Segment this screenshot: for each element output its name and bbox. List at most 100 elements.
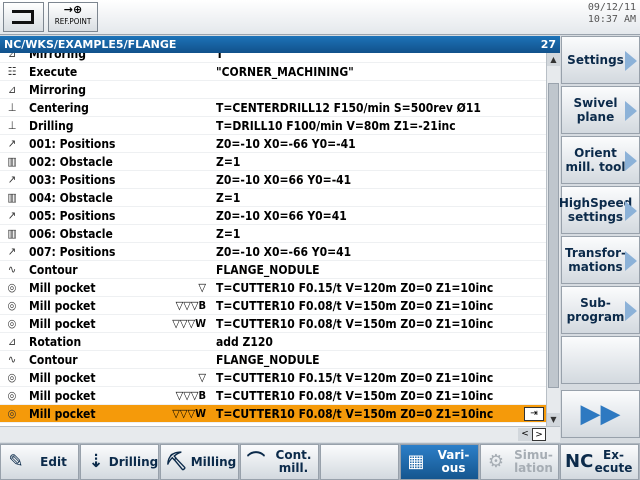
block-name: 004: Obstacle <box>29 191 113 205</box>
machining-marks: ▽▽▽W <box>172 317 206 330</box>
block-parameters: FLANGE_NODULE <box>216 353 320 367</box>
block-type-icon: ∿ <box>7 353 17 366</box>
block-parameters: add Z120 <box>216 335 273 349</box>
softkey-label <box>351 445 396 479</box>
horizontal-softkey-8[interactable]: NC Ex-ecute <box>560 444 639 480</box>
program-block[interactable]: ↗ 003: Positions Z0=-10 X0=66 Y0=-41 <box>0 171 546 189</box>
scroll-left-icon[interactable]: < <box>518 428 532 441</box>
softkey-icon: ⌒ <box>247 451 265 472</box>
vertical-softkey-1[interactable]: Settings <box>561 36 640 84</box>
block-parameters: Z0=-10 X0=66 Y0=41 <box>216 209 347 223</box>
softkey-label: Edit <box>40 454 67 469</box>
program-block-list[interactable]: ⊿ Mirroring T ☷ Execute "CORNER_MACHINING" ⊿ Mi… <box>0 53 546 426</box>
program-block[interactable]: ∿ Contour FLANGE_NODULE <box>0 261 546 279</box>
program-block[interactable]: ◎ Mill pocket ▽ T=CUTTER10 F0.15/t V=120m Z… <box>0 279 546 297</box>
horizontal-scrollbar[interactable]: < > <box>0 426 560 442</box>
horizontal-softkey-3[interactable]: ⛏ Milling <box>160 444 239 480</box>
vertical-softkey-8[interactable]: ▶▶ <box>561 390 640 438</box>
block-type-icon: ▥ <box>7 155 17 168</box>
block-parameters: T=CUTTER10 F0.08/t V=150m Z0=0 Z1=10inc <box>216 407 494 421</box>
horizontal-softkey-2[interactable]: ⇣ Drilling <box>80 444 159 480</box>
scroll-up-icon[interactable]: ▲ <box>547 53 560 66</box>
horizontal-softkey-6[interactable]: ▦ Vari-ous <box>400 444 479 480</box>
program-block[interactable]: ☷ Execute "CORNER_MACHINING" <box>0 63 546 81</box>
program-path-bar: NC/WKS/EXAMPLE5/FLANGE 27 <box>0 36 560 53</box>
vertical-softkey-3[interactable]: Orient mill. tool <box>561 136 640 184</box>
softkey-label: Drilling <box>108 454 159 469</box>
machining-marks: ▽ <box>198 281 206 294</box>
scroll-right-icon[interactable]: > <box>532 428 546 441</box>
submenu-arrow-icon <box>625 251 637 271</box>
softkey-icon: NC <box>565 451 594 472</box>
program-path: NC/WKS/EXAMPLE5/FLANGE <box>4 38 177 51</box>
block-type-icon: ◎ <box>7 299 17 312</box>
program-block[interactable]: ⊥ Centering T=CENTERDRILL12 F150/min S=500… <box>0 99 546 117</box>
softkey-label: Milling <box>190 454 237 469</box>
program-block[interactable]: ↗ 005: Positions Z0=-10 X0=66 Y0=41 <box>0 207 546 225</box>
program-block-selected[interactable]: ◎ Mill pocket ▽▽▽W T=CUTTER10 F0.08/t V=150… <box>0 405 546 423</box>
horizontal-softkey-5[interactable] <box>320 444 399 480</box>
program-block[interactable]: ◎ Mill pocket ▽▽▽B T=CUTTER10 F0.08/t V=150… <box>0 387 546 405</box>
block-parameters: T=DRILL10 F100/min V=80m Z1=-21inc <box>216 119 456 133</box>
program-block[interactable]: ⊿ Mirroring <box>0 81 546 99</box>
machining-marks: ▽▽▽W <box>172 407 206 420</box>
softkey-icon: ▦ <box>407 451 425 472</box>
vertical-softkey-4[interactable]: HighSpeed settings <box>559 186 640 234</box>
program-block[interactable]: ∿ Contour FLANGE_NODULE <box>0 351 546 369</box>
softkey-label: Ex-ecute <box>594 448 633 475</box>
softkey-label: Cont. mill. <box>275 448 312 475</box>
machining-marks: ▽▽▽B <box>175 299 206 312</box>
block-type-icon: ◎ <box>7 317 17 330</box>
program-block[interactable]: ↗ 007: Positions Z0=-10 X0=-66 Y0=41 <box>0 243 546 261</box>
horizontal-softkey-4[interactable]: ⌒ Cont. mill. <box>240 444 319 480</box>
program-block[interactable]: ◎ Mill pocket ▽▽▽W T=CUTTER10 F0.08/t V=150… <box>0 315 546 333</box>
program-block[interactable]: ⊿ Rotation add Z120 <box>0 333 546 351</box>
block-name: 007: Positions <box>29 245 116 259</box>
block-parameters: Z=1 <box>216 191 241 205</box>
machine-mode-icon[interactable] <box>3 2 44 32</box>
block-type-icon: ◎ <box>7 389 17 402</box>
machining-marks: ▽▽▽B <box>175 389 206 402</box>
ref-point-button[interactable]: →⊕ REF.POINT <box>48 2 98 32</box>
block-parameters: Z=1 <box>216 227 241 241</box>
vertical-softkey-5[interactable]: Transfor-mations <box>561 236 640 284</box>
program-block[interactable]: ▥ 004: Obstacle Z=1 <box>0 189 546 207</box>
block-name: Mill pocket <box>29 407 96 421</box>
program-block[interactable]: ⊿ Mirroring T <box>0 53 546 63</box>
date-time: 09/12/11 10:37 AM <box>588 2 636 26</box>
softkey-icon <box>325 450 347 474</box>
vertical-softkey-2[interactable]: Swivel plane <box>561 86 640 134</box>
horizontal-softkey-bar: ✎ Edit ⇣ Drilling ⛏ Milling ⌒ Cont. mill. ▦ Vari-… <box>0 443 640 480</box>
block-name: Contour <box>29 353 78 367</box>
vertical-softkey-7[interactable] <box>561 336 640 384</box>
block-type-icon: ↗ <box>7 209 17 222</box>
block-name: Execute <box>29 65 78 79</box>
vertical-softkey-label: Transfor-mations <box>565 246 626 274</box>
program-block[interactable]: ↗ 001: Positions Z0=-10 X0=-66 Y0=-41 <box>0 135 546 153</box>
program-block[interactable]: ◎ Mill pocket ▽▽▽B T=CUTTER10 F0.08/t V=150… <box>0 297 546 315</box>
block-type-icon: ↗ <box>7 173 17 186</box>
block-name: 001: Positions <box>29 137 116 151</box>
softkey-label: Simu-lation <box>514 448 553 475</box>
program-block[interactable]: ⊥ Drilling T=DRILL10 F100/min V=80m Z1=-21… <box>0 117 546 135</box>
block-name: 006: Obstacle <box>29 227 113 241</box>
date: 09/12/11 <box>587 2 636 13</box>
block-type-icon: ↗ <box>7 137 17 150</box>
block-type-icon: ⊿ <box>7 53 17 60</box>
vertical-softkey-label: ▶▶ <box>580 399 621 429</box>
vertical-scrollbar[interactable]: ▲ ▼ <box>546 53 560 426</box>
program-block[interactable]: ◎ Mill pocket ▽ T=CUTTER10 F0.15/t V=120m Z… <box>0 369 546 387</box>
horizontal-softkey-1[interactable]: ✎ Edit <box>0 444 79 480</box>
program-block[interactable]: ▥ 006: Obstacle Z=1 <box>0 225 546 243</box>
program-block[interactable]: ▥ 002: Obstacle Z=1 <box>0 153 546 171</box>
block-end-icon[interactable]: ⇥ <box>524 407 544 421</box>
block-name: Centering <box>29 101 89 115</box>
block-type-icon: ↗ <box>7 245 17 258</box>
machining-marks: ▽ <box>198 371 206 384</box>
scroll-down-icon[interactable]: ▼ <box>547 413 560 426</box>
block-type-icon: ⊥ <box>7 119 17 132</box>
block-name: 005: Positions <box>29 209 116 223</box>
scroll-thumb[interactable] <box>548 83 559 388</box>
horizontal-softkey-7[interactable]: ⚙ Simu-lation <box>480 444 559 480</box>
vertical-softkey-6[interactable]: Sub-program <box>561 286 640 334</box>
